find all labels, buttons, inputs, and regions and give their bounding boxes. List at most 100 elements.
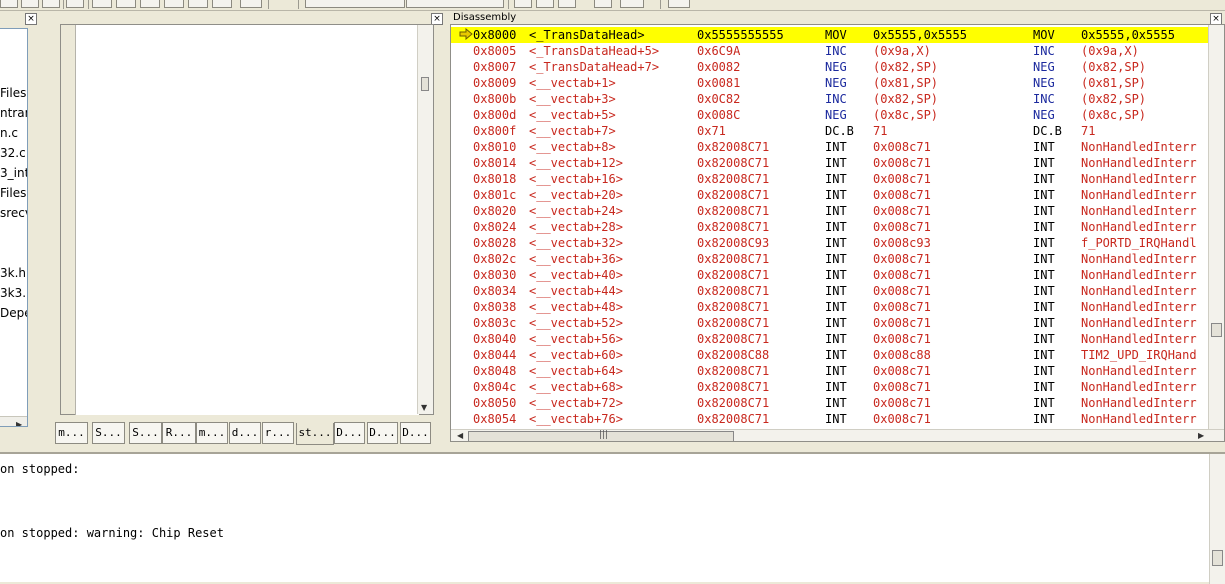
disassembly-row[interactable]: 0x8028 <__vectab+32> 0x82008C93 INT 0x008c93…	[451, 235, 1211, 251]
disassembly-row[interactable]: 0x8010 <__vectab+8> 0x82008C71 INT 0x008c71 I…	[451, 139, 1211, 155]
arrow-right-icon[interactable]: ▶	[16, 420, 26, 426]
horizontal-scrollbar[interactable]: ▶	[0, 416, 27, 426]
address-cell: 0x8038	[473, 300, 517, 314]
arrow-left-icon[interactable]: ◀	[457, 431, 463, 440]
disassembly-row[interactable]: 0x800b <__vectab+3> 0x0C82 INC (0x82,SP) INC (…	[451, 91, 1211, 107]
tab[interactable]: D...	[400, 422, 431, 444]
output-console[interactable]: on stopped: on stopped: warning: Chip Re…	[0, 452, 1225, 584]
disassembly-view[interactable]: 0x8000 <_TransDataHead> 0x5555555555 MOV 0x5…	[450, 24, 1225, 442]
operand-cell: 0x008c71	[873, 332, 931, 346]
disassembly-row[interactable]: 0x802c <__vectab+36> 0x82008C71 INT 0x008c71…	[451, 251, 1211, 267]
disassembly-row[interactable]: 0x8030 <__vectab+40> 0x82008C71 INT 0x008c71…	[451, 267, 1211, 283]
scrollbar-thumb[interactable]	[1212, 550, 1223, 566]
address-cell: 0x800b	[473, 92, 517, 106]
toolbar-button[interactable]	[536, 0, 554, 8]
file-tree[interactable]: Files ntrans n.c 32.c 3_inte Files srecv…	[0, 28, 28, 427]
disassembly-row[interactable]: 0x8040 <__vectab+56> 0x82008C71 INT 0x008c71…	[451, 331, 1211, 347]
toolbar-button[interactable]	[240, 0, 262, 8]
tab[interactable]: m...	[55, 422, 88, 444]
horizontal-scrollbar[interactable]: ◀ ||| ▶	[451, 429, 1224, 441]
tab-active[interactable]: st...	[296, 423, 334, 445]
run-to-cursor-button[interactable]	[164, 0, 184, 8]
scrollbar-thumb[interactable]	[421, 77, 429, 91]
file-tree-item[interactable]: n.c	[0, 126, 18, 140]
disassembly-row[interactable]: 0x8007 <_TransDataHead+7> 0x0082 NEG (0x82,S…	[451, 59, 1211, 75]
file-tree-item[interactable]: srecv	[0, 206, 27, 220]
mnemonic-cell: INT	[1033, 412, 1055, 426]
disassembly-row[interactable]: 0x8034 <__vectab+44> 0x82008C71 INT 0x008c71…	[451, 283, 1211, 299]
operand-cell: 0x008c88	[873, 348, 931, 362]
disassembly-row[interactable]: 0x800d <__vectab+5> 0x008C NEG (0x8c,SP) NEG (…	[451, 107, 1211, 123]
disassembly-row[interactable]: 0x8048 <__vectab+64> 0x82008C71 INT 0x008c71…	[451, 363, 1211, 379]
scrollbar-thumb[interactable]: |||	[468, 430, 734, 441]
toolbar-button[interactable]	[620, 0, 644, 8]
mnemonic-cell: INC	[825, 92, 847, 106]
scrollbar-thumb[interactable]	[1211, 323, 1222, 337]
opcode-cell: 0x82008C71	[697, 316, 770, 330]
disassembly-row[interactable]: 0x8024 <__vectab+28> 0x82008C71 INT 0x008c71…	[451, 219, 1211, 235]
symbol-cell: <__vectab+5>	[529, 108, 616, 122]
current-instruction-row[interactable]: 0x8000 <_TransDataHead> 0x5555555555 MOV 0x5…	[451, 27, 1211, 43]
address-cell: 0x8014	[473, 156, 517, 170]
step-out-button[interactable]	[140, 0, 160, 8]
toolbar-button[interactable]	[0, 0, 18, 8]
tab[interactable]: r...	[262, 422, 294, 444]
disassembly-row[interactable]: 0x8038 <__vectab+48> 0x82008C71 INT 0x008c71…	[451, 299, 1211, 315]
file-tree-item[interactable]: Files	[0, 186, 26, 200]
file-tree-item[interactable]: Depe	[0, 306, 27, 320]
toolbar-button[interactable]	[668, 0, 690, 8]
toolbar-button[interactable]	[66, 0, 84, 8]
tab[interactable]: d...	[229, 422, 261, 444]
disassembly-row[interactable]: 0x8014 <__vectab+12> 0x82008C71 INT 0x008c71…	[451, 155, 1211, 171]
file-tree-item[interactable]: Files	[0, 86, 26, 100]
arrow-down-icon[interactable]: ▼	[421, 403, 427, 412]
toolbar-button[interactable]	[514, 0, 532, 8]
vertical-scrollbar[interactable]: ▼	[417, 25, 433, 414]
configuration-dropdown[interactable]	[305, 0, 405, 8]
vertical-scrollbar[interactable]	[1208, 25, 1224, 429]
toolbar-separator	[508, 0, 509, 9]
opcode-cell: 0x82008C71	[697, 412, 770, 426]
file-tree-item[interactable]: 3k.h	[0, 266, 26, 280]
tab[interactable]: S...	[129, 422, 162, 444]
browser-content[interactable]	[75, 25, 419, 415]
toolbar-button[interactable]	[558, 0, 576, 8]
disassembly-row[interactable]: 0x8054 <__vectab+76> 0x82008C71 INT 0x008c71…	[451, 411, 1211, 427]
toolbar-button[interactable]	[42, 0, 60, 8]
tab[interactable]: D...	[334, 422, 365, 444]
target-dropdown[interactable]	[406, 0, 504, 8]
disassembly-row[interactable]: 0x801c <__vectab+20> 0x82008C71 INT 0x008c71…	[451, 187, 1211, 203]
toolbar-button[interactable]	[188, 0, 208, 8]
mnemonic-cell: INT	[1033, 156, 1055, 170]
step-into-button[interactable]	[92, 0, 112, 8]
tab[interactable]: D...	[367, 422, 398, 444]
toolbar-button[interactable]	[21, 0, 39, 8]
file-tree-item[interactable]: 3k3.h	[0, 286, 27, 300]
disassembly-row[interactable]: 0x8018 <__vectab+16> 0x82008C71 INT 0x008c71…	[451, 171, 1211, 187]
toolbar-separator	[63, 0, 64, 9]
disassembly-row[interactable]: 0x8020 <__vectab+24> 0x82008C71 INT 0x008c71…	[451, 203, 1211, 219]
disassembly-row[interactable]: 0x800f <__vectab+7> 0x71 DC.B 71 DC.B 71	[451, 123, 1211, 139]
disassembly-row[interactable]: 0x8050 <__vectab+72> 0x82008C71 INT 0x008c71…	[451, 395, 1211, 411]
vertical-scrollbar[interactable]	[1209, 454, 1225, 584]
disassembly-row[interactable]: 0x804c <__vectab+68> 0x82008C71 INT 0x008c71…	[451, 379, 1211, 395]
operand-cell: f_PORTD_IRQHandl	[1081, 236, 1197, 250]
workspace-file-panel: × Files ntrans n.c 32.c 3_inte Files sre…	[0, 11, 38, 451]
close-icon[interactable]: ×	[25, 13, 37, 25]
operand-cell: 0x008c71	[873, 220, 931, 234]
step-over-button[interactable]	[116, 0, 136, 8]
disassembly-row[interactable]: 0x803c <__vectab+52> 0x82008C71 INT 0x008c71…	[451, 315, 1211, 331]
file-tree-item[interactable]: 32.c	[0, 146, 26, 160]
disassembly-row[interactable]: 0x8005 <_TransDataHead+5> 0x6C9A INC (0x9a,X…	[451, 43, 1211, 59]
disassembly-row[interactable]: 0x8009 <__vectab+1> 0x0081 NEG (0x81,SP) NEG (…	[451, 75, 1211, 91]
toolbar-button[interactable]	[594, 0, 612, 8]
tab[interactable]: S...	[92, 422, 125, 444]
arrow-right-icon[interactable]: ▶	[1198, 431, 1204, 440]
tab[interactable]: R...	[162, 422, 196, 444]
operand-cell: (0x81,SP)	[1081, 76, 1147, 90]
disassembly-row[interactable]: 0x8044 <__vectab+60> 0x82008C88 INT 0x008c88…	[451, 347, 1211, 363]
tab[interactable]: m...	[196, 422, 228, 444]
toolbar-button[interactable]	[212, 0, 232, 8]
file-tree-item[interactable]: ntrans	[0, 106, 27, 120]
file-tree-item[interactable]: 3_inte	[0, 166, 27, 180]
